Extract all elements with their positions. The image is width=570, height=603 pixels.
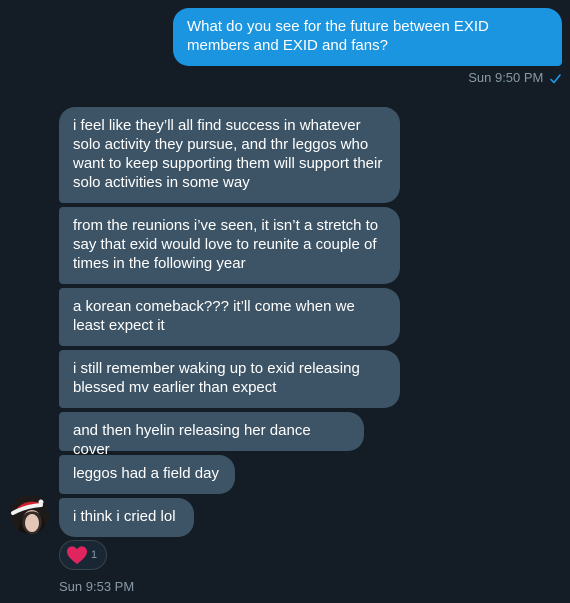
received-message-bubble[interactable]: leggos had a field day	[59, 455, 235, 494]
received-message-bubble[interactable]: i still remember waking up to exid relea…	[59, 350, 400, 408]
received-message-bubble[interactable]: i think i cried lol	[59, 498, 194, 537]
check-icon	[550, 73, 561, 83]
sent-timestamp: Sun 9:50 PM	[468, 70, 544, 85]
received-message-text: a korean comeback??? it’ll come when we …	[73, 298, 355, 334]
avatar-santa-hat-icon[interactable]	[10, 495, 49, 534]
received-message-text: i feel like they’ll all find success in …	[73, 117, 383, 191]
received-message-text: i think i cried lol	[73, 508, 176, 525]
avatar-image	[10, 495, 49, 534]
received-message-bubble[interactable]: from the reunions i’ve seen, it isn’t a …	[59, 207, 400, 284]
reaction-button[interactable]: 1	[59, 540, 107, 570]
received-message-bubble[interactable]: and then hyelin releasing her dance cove…	[59, 412, 364, 458]
received-message-text: from the reunions i’ve seen, it isn’t a …	[73, 217, 379, 272]
sent-message-text: What do you see for the future between E…	[187, 18, 489, 54]
received-timestamp: Sun 9:53 PM	[59, 579, 135, 594]
sent-message-bubble[interactable]: What do you see for the future between E…	[173, 8, 562, 66]
received-message-text: leggos had a field day	[73, 465, 219, 482]
received-message-bubble[interactable]: a korean comeback??? it’ll come when we …	[59, 288, 400, 346]
reaction-count: 1	[91, 548, 98, 561]
heart-icon	[67, 546, 87, 565]
received-message-bubble[interactable]: i feel like they’ll all find success in …	[59, 107, 400, 203]
received-message-text: i still remember waking up to exid relea…	[73, 360, 360, 396]
sent-message-meta: Sun 9:50 PM	[468, 70, 561, 85]
received-message-text: and then hyelin releasing her dance cove…	[73, 422, 311, 458]
